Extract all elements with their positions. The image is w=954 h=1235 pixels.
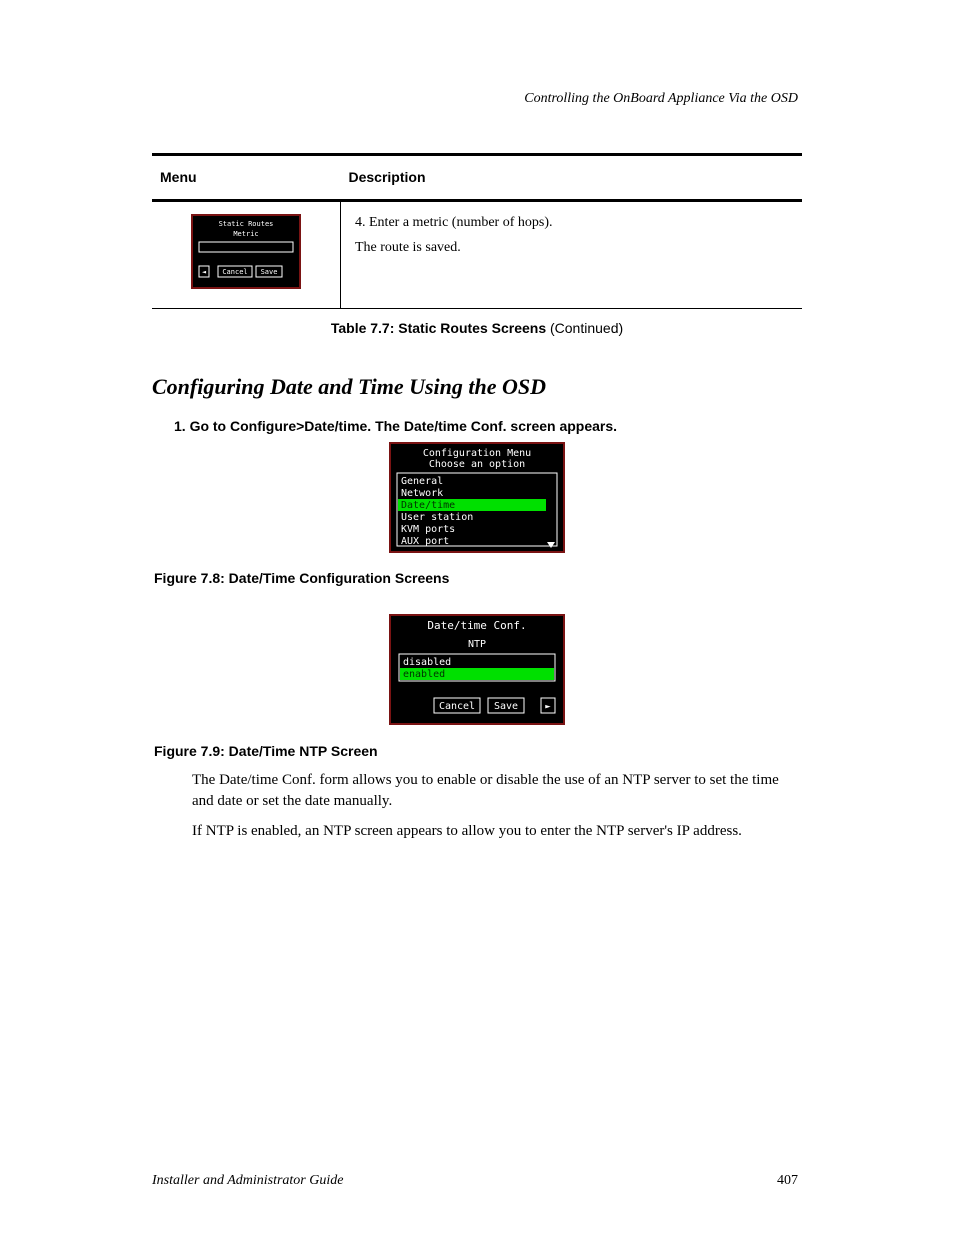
svg-text:enabled: enabled <box>403 669 445 680</box>
body-paragraph-2: If NTP is enabled, an NTP screen appears… <box>192 821 802 841</box>
body-paragraph-1: The Date/time Conf. form allows you to e… <box>192 770 802 811</box>
svg-text:Metric: Metric <box>233 230 258 238</box>
svg-text:Configuration Menu: Configuration Menu <box>423 448 531 459</box>
svg-text:AUX port: AUX port <box>401 536 449 547</box>
table-row: Static Routes Metric ◄ Cancel Save 4. En… <box>152 200 802 308</box>
fig79-caption: Figure 7.9: Date/Time NTP Screen <box>154 742 802 761</box>
svg-text:Choose an option: Choose an option <box>429 459 525 470</box>
chapter-header: Controlling the OnBoard Appliance Via th… <box>152 90 798 109</box>
svg-text:Network: Network <box>401 488 443 499</box>
static-routes-table: Menu Description Static Routes Metric <box>152 153 802 309</box>
svg-text:General: General <box>401 476 443 487</box>
footer-label: Installer and Administrator Guide <box>152 1172 343 1191</box>
svg-text:Date/time Conf.: Date/time Conf. <box>427 619 526 632</box>
saved-text: The route is saved. <box>355 239 794 258</box>
static-routes-screenshot: Static Routes Metric ◄ Cancel Save <box>191 214 301 289</box>
svg-text:disabled: disabled <box>403 657 451 668</box>
page-number: 407 <box>777 1172 798 1191</box>
svg-text:NTP: NTP <box>468 639 486 650</box>
col-menu: Menu <box>152 154 341 200</box>
svg-text:Static Routes: Static Routes <box>219 220 274 228</box>
section-heading: Configuring Date and Time Using the OSD <box>152 372 802 402</box>
col-desc: Description <box>341 154 803 200</box>
svg-text:►: ► <box>545 702 551 712</box>
step-1: 1. Go to Configure>Date/time. The Date/t… <box>174 417 802 436</box>
svg-text:Date/time: Date/time <box>401 500 455 511</box>
table-caption: Table 7.7: Static Routes Screens (Contin… <box>152 319 802 338</box>
svg-text:User station: User station <box>401 512 473 523</box>
svg-text:Cancel: Cancel <box>222 268 247 276</box>
svg-text:Save: Save <box>494 701 518 712</box>
svg-text:Save: Save <box>261 268 278 276</box>
fig78-caption: Figure 7.8: Date/Time Configuration Scre… <box>154 569 802 588</box>
ntp-screenshot: Date/time Conf. NTP disabled enabled Can… <box>389 614 565 725</box>
svg-text:Cancel: Cancel <box>439 701 475 712</box>
step-text: 4. Enter a metric (number of hops). <box>355 214 794 233</box>
svg-text:KVM ports: KVM ports <box>401 524 455 535</box>
config-menu-screenshot: Configuration Menu Choose an option Gene… <box>389 442 565 553</box>
